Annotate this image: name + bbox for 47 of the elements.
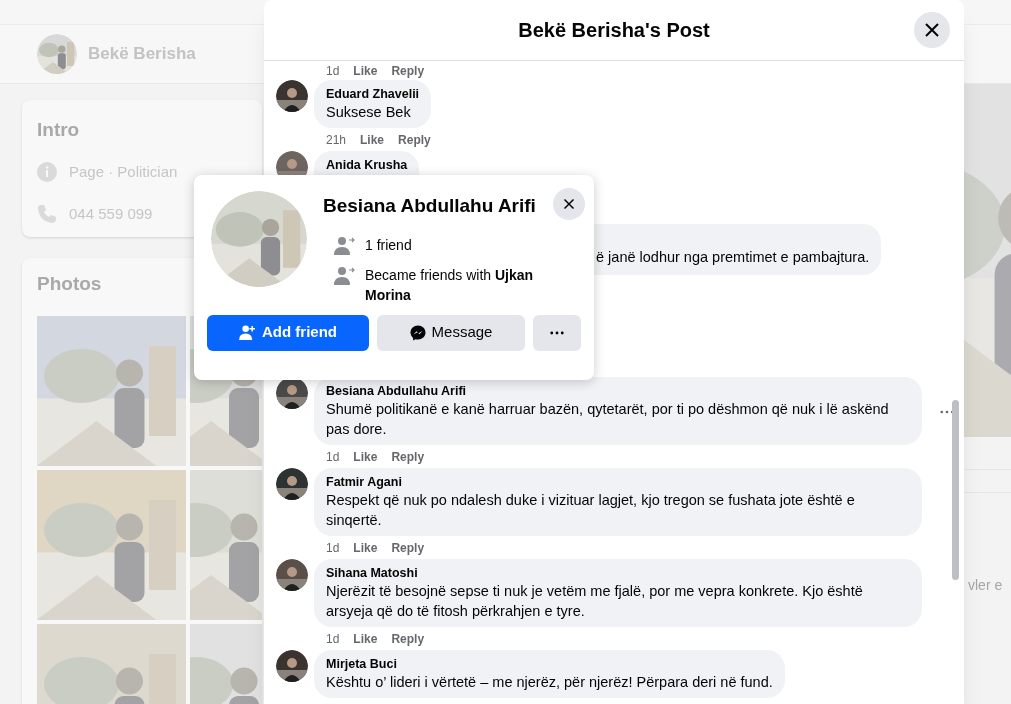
comment-text: ë janë lodhur nga premtimet e pambajtura. bbox=[596, 248, 870, 267]
messenger-icon bbox=[409, 324, 426, 341]
comment-time: 1d bbox=[326, 539, 340, 557]
comment-text: Njerëzit të besojnë sepse ti nuk je vetëm me fjalë, por me vepra konkrete. Kjo është arsyeja që do të fitosh përkrahjen e tyre. bbox=[326, 582, 864, 621]
like-link[interactable]: Like bbox=[353, 629, 378, 648]
comment-text: Suksese Bek bbox=[326, 103, 412, 122]
profile-name[interactable]: Besiana Abdullahu Arifi bbox=[323, 192, 536, 221]
comment-time: 1d bbox=[326, 630, 340, 648]
dialog-title: Bekë Berisha's Post bbox=[518, 18, 710, 43]
comment-time: 1d bbox=[326, 448, 340, 466]
profile-detail: Became friends with Ujkan Morina bbox=[365, 265, 535, 305]
add-friend-button[interactable]: Add friend bbox=[207, 314, 369, 351]
reply-link[interactable]: Reply bbox=[391, 629, 425, 648]
add-person-icon bbox=[239, 325, 256, 340]
comment-text: Kështu o’ lideri i vërtetë – me njerëz, për njerëz! Përpara deri në fund. bbox=[326, 673, 773, 692]
comment-time: 1d bbox=[326, 62, 340, 80]
like-link[interactable]: Like bbox=[353, 538, 378, 557]
like-link[interactable]: Like bbox=[353, 61, 378, 80]
message-button[interactable]: Message bbox=[377, 314, 525, 351]
like-link[interactable]: Like bbox=[360, 130, 385, 149]
comment-author[interactable]: Fatmir Agani bbox=[326, 474, 402, 490]
close-icon bbox=[563, 198, 575, 210]
comment-text: Respekt që nuk po ndalesh duke i vizituar lagjet, kjo tregon se fushata jote është e sinqertë. bbox=[326, 491, 856, 530]
reply-link[interactable]: Reply bbox=[391, 61, 425, 80]
comment-author[interactable]: Besiana Abdullahu Arifi bbox=[326, 383, 467, 399]
photos-title: Photos bbox=[37, 272, 103, 296]
comment-author[interactable]: Anida Krusha bbox=[326, 157, 408, 173]
comment-time: 21h bbox=[326, 131, 347, 149]
comment-text: Shumë politikanë e kanë harruar bazën, qytetarët, por ti po dëshmon që nuk i lë askënd pas dore. bbox=[326, 400, 890, 439]
close-button[interactable] bbox=[914, 12, 950, 48]
person-arrow-icon bbox=[333, 234, 355, 257]
comment-author[interactable]: Sihana Matoshi bbox=[326, 565, 418, 581]
reply-link[interactable]: Reply bbox=[398, 130, 431, 149]
scrollbar[interactable] bbox=[952, 400, 959, 580]
comment-author[interactable]: Eduard Zhavelii bbox=[326, 86, 420, 102]
like-link[interactable]: Like bbox=[353, 447, 378, 466]
reply-link[interactable]: Reply bbox=[391, 538, 425, 557]
profile-detail: 1 friend bbox=[365, 235, 413, 255]
reply-link[interactable]: Reply bbox=[391, 447, 425, 466]
post-text: vler e bbox=[967, 576, 1004, 595]
person-arrow-icon bbox=[333, 264, 355, 287]
comment-author[interactable]: Mirjeta Buci bbox=[326, 656, 397, 672]
phone-icon bbox=[37, 204, 57, 225]
intro-title: Intro bbox=[37, 118, 81, 142]
close-icon bbox=[924, 22, 940, 38]
more-icon bbox=[550, 330, 564, 335]
info-icon bbox=[37, 161, 57, 182]
